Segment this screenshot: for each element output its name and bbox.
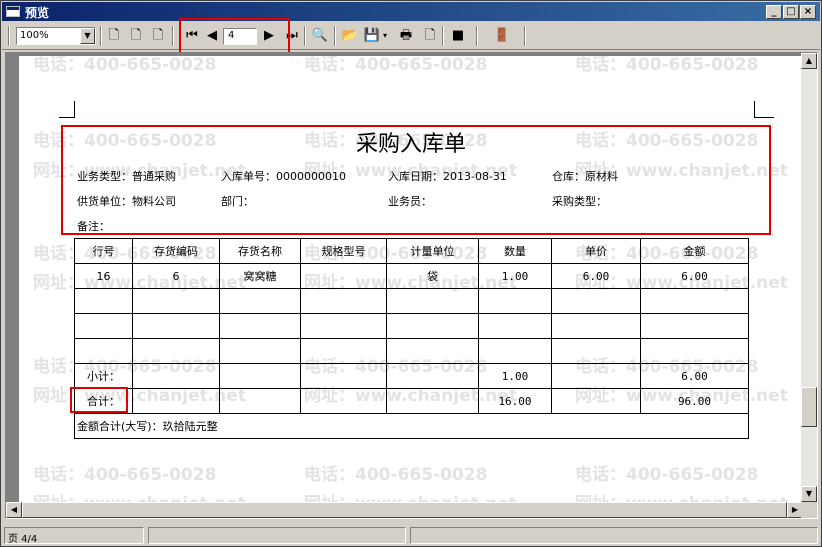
- highlight-subtotal: [70, 387, 128, 413]
- cell-name: 窝窝糖: [219, 263, 301, 289]
- amount-in-words: 金额合计(大写)：玖拾陆元整: [74, 413, 749, 439]
- save-dropdown-icon[interactable]: ▾: [380, 26, 390, 46]
- cell-spec: [300, 263, 387, 289]
- watermark-phone: 电话：400-665-0028: [575, 56, 759, 75]
- page-setup-icon[interactable]: 🗋: [420, 26, 440, 46]
- zoom-value: 100%: [20, 30, 49, 41]
- table-row-empty: [74, 313, 749, 339]
- column-header: 行号: [74, 238, 133, 264]
- scroll-down-icon[interactable]: ▼: [801, 486, 817, 502]
- table-row-empty: [74, 288, 749, 314]
- margin-mark: [74, 101, 75, 118]
- margin-mark: [59, 117, 75, 118]
- total-qty: 16.00: [478, 388, 552, 414]
- toolbar-separator: [8, 26, 10, 46]
- toolbar-separator: [442, 26, 444, 46]
- cell-code: 6: [132, 263, 220, 289]
- margin-mark: [754, 117, 774, 118]
- watermark-phone: 电话：400-665-0028: [33, 56, 217, 75]
- exit-icon[interactable]: 🚪: [492, 26, 512, 46]
- page-view-full-icon[interactable]: 🗋: [148, 26, 168, 46]
- zoom-select[interactable]: 100% ▼: [16, 27, 96, 45]
- toolbar: 100% ▼ 🗋 🗋 🗋 ⏮ ◀ 4 ▶ ⏭ 🔍 📂 💾 ▾ 🖶 🗋 ■ 🚪: [2, 22, 820, 50]
- total-row: 合计： 16.00 96.00: [74, 388, 749, 414]
- stop-icon[interactable]: ■: [448, 26, 468, 46]
- cell-price: 6.00: [551, 263, 641, 289]
- save-icon[interactable]: 💾: [362, 26, 382, 46]
- chevron-down-icon[interactable]: ▼: [80, 28, 95, 44]
- watermark-phone: 电话：400-665-0028: [304, 56, 488, 75]
- preview-window: 预览 _ □ × 100% ▼ 🗋 🗋 🗋 ⏮ ◀ 4 ▶ ⏭ 🔍 📂 💾 ▾ …: [0, 0, 822, 547]
- toolbar-separator: [100, 26, 102, 46]
- toolbar-separator: [524, 26, 526, 46]
- window-icon: [6, 6, 20, 17]
- cell-unit: 袋: [386, 263, 479, 289]
- watermark-phone: 电话：400-665-0028: [33, 465, 217, 485]
- page-status: 页 4/4: [4, 527, 144, 545]
- subtotal-qty: 1.00: [478, 363, 552, 389]
- status-panel: [410, 527, 818, 544]
- column-header: 存货名称: [219, 238, 301, 264]
- close-button[interactable]: ×: [800, 5, 816, 19]
- preview-area: 电话：400-665-0028 电话：400-665-0028 电话：400-6…: [5, 52, 818, 519]
- margin-mark: [754, 101, 755, 118]
- scroll-thumb-horizontal[interactable]: [22, 502, 787, 518]
- open-folder-icon[interactable]: 📂: [340, 26, 360, 46]
- column-header: 金额: [640, 238, 749, 264]
- column-header: 规格型号: [300, 238, 387, 264]
- table-row-empty: [74, 338, 749, 364]
- page-view-double-icon[interactable]: 🗋: [126, 26, 146, 46]
- table-row: 16 6 窝窝糖 袋 1.00 6.00 6.00: [74, 263, 749, 289]
- cell-line: 16: [74, 263, 133, 289]
- watermark-phone: 电话：400-665-0028: [304, 465, 488, 485]
- highlight-header: [61, 125, 771, 235]
- minimize-button[interactable]: _: [766, 5, 782, 19]
- cell-qty: 1.00: [478, 263, 552, 289]
- search-icon[interactable]: 🔍: [310, 26, 330, 46]
- page-view-single-icon[interactable]: 🗋: [104, 26, 124, 46]
- total-amount: 96.00: [640, 388, 749, 414]
- cell-amount: 6.00: [640, 263, 749, 289]
- amount-words-row: 金额合计(大写)：玖拾陆元整: [74, 413, 749, 439]
- status-panel: [148, 527, 406, 544]
- scroll-corner: [801, 502, 817, 518]
- print-icon[interactable]: 🖶: [396, 26, 416, 46]
- status-bar: 页 4/4: [2, 525, 820, 545]
- toolbar-separator: [476, 26, 478, 46]
- vertical-scrollbar[interactable]: ▲ ▼: [801, 53, 817, 502]
- table-header-row: 行号 存货编码 存货名称 规格型号 计量单位 数量 单价 金额: [74, 238, 749, 264]
- subtotal-amount: 6.00: [640, 363, 749, 389]
- subtotal-label: 小计：: [74, 363, 133, 389]
- toolbar-separator: [172, 26, 174, 46]
- column-header: 计量单位: [386, 238, 479, 264]
- column-header: 数量: [478, 238, 552, 264]
- toolbar-separator: [334, 26, 336, 46]
- watermark-phone: 电话：400-665-0028: [575, 465, 759, 485]
- scroll-thumb[interactable]: [801, 387, 817, 427]
- horizontal-scrollbar[interactable]: ◀ ▶: [6, 502, 803, 518]
- items-table: 行号 存货编码 存货名称 规格型号 计量单位 数量 单价 金额 16 6 窝窝糖…: [74, 238, 749, 439]
- maximize-button[interactable]: □: [783, 5, 799, 19]
- column-header: 单价: [551, 238, 641, 264]
- scroll-left-icon[interactable]: ◀: [6, 502, 22, 518]
- scroll-up-icon[interactable]: ▲: [801, 53, 817, 69]
- subtotal-row: 小计： 1.00 6.00: [74, 363, 749, 389]
- toolbar-separator: [304, 26, 306, 46]
- column-header: 存货编码: [132, 238, 220, 264]
- title-bar: 预览 _ □ ×: [2, 2, 820, 21]
- window-title: 预览: [25, 6, 50, 20]
